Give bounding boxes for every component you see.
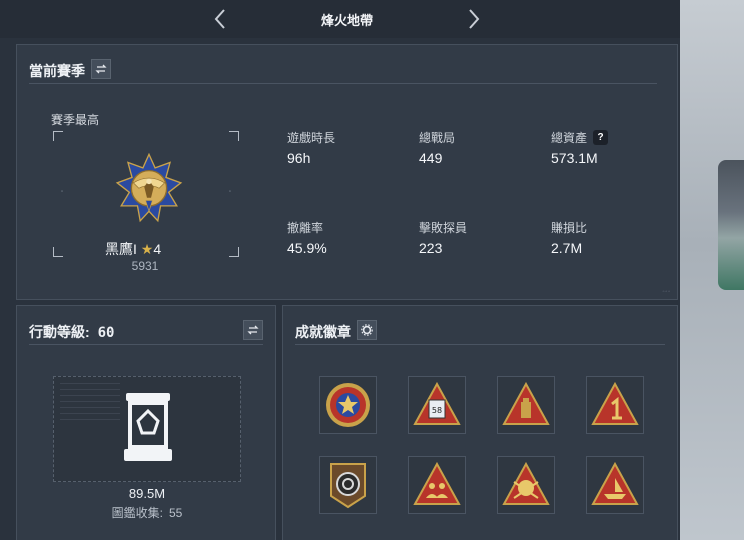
stat-value: 573.1M xyxy=(551,150,598,166)
stat-label: 總戰局 xyxy=(419,130,456,145)
rank-name: 黑鷹I ★4 xyxy=(105,239,161,259)
stat-operators-defeated: 擊敗探員 223 xyxy=(419,219,468,257)
collection-showcase[interactable] xyxy=(53,376,241,482)
badge-7[interactable] xyxy=(497,456,555,514)
season-best-label: 賽季最高 xyxy=(51,113,100,127)
box-triangle-icon: 58 xyxy=(413,381,461,425)
black-hawk-rank-medal-icon xyxy=(115,153,183,223)
stat-profit-loss: 賺損比 2.7M xyxy=(551,219,588,257)
collection-count: 55 xyxy=(168,506,183,520)
collection-count-row: 圖鑑收集: 55 xyxy=(17,504,277,521)
help-icon[interactable]: ? xyxy=(593,129,609,145)
season-switch-button[interactable] xyxy=(91,59,111,79)
panel-corner-mark: ▫▫▫ xyxy=(662,289,671,295)
boat-triangle-icon xyxy=(591,461,639,505)
tower-triangle-icon xyxy=(502,381,550,425)
badge-2[interactable]: 58 xyxy=(408,376,466,434)
action-level-panel: 行動等級: 60 89.5M 圖鑑收集: 55 xyxy=(16,305,276,540)
season-title: 當前賽季 xyxy=(29,63,85,79)
collection-value: 89.5M xyxy=(128,486,166,501)
squad-triangle-icon xyxy=(413,461,461,505)
frame-dot: ▫ xyxy=(228,189,231,195)
achievement-divider xyxy=(295,344,665,345)
badge-1[interactable] xyxy=(319,376,377,434)
action-level-label: 行動等級: xyxy=(29,324,90,340)
achievement-title: 成就徽章 xyxy=(295,324,351,340)
rank-title: 黑鷹I xyxy=(105,241,137,257)
action-level-switch-button[interactable] xyxy=(243,320,263,340)
number-one-triangle-icon xyxy=(591,381,639,425)
badge-4[interactable] xyxy=(586,376,644,434)
stat-value: 96h xyxy=(287,150,311,166)
swap-icon xyxy=(247,325,259,335)
stat-label: 遊戲時長 xyxy=(287,130,336,145)
skull-triangle-icon xyxy=(502,461,550,505)
star-medal-icon xyxy=(326,383,370,427)
badge-5[interactable] xyxy=(319,456,377,514)
stat-label: 撤離率 xyxy=(287,220,324,235)
stat-total-matches: 總戰局 449 xyxy=(419,129,456,167)
background-scene xyxy=(680,0,744,540)
showcase-pattern xyxy=(60,383,120,423)
collection-label: 圖鑑收集: xyxy=(111,506,163,520)
stat-total-assets: 總資產 ? 573.1M xyxy=(551,129,609,166)
stat-label: 總資產 xyxy=(551,130,588,145)
swap-icon xyxy=(95,64,107,74)
target-shield-icon xyxy=(330,463,366,509)
badge-3[interactable] xyxy=(497,376,555,434)
next-mode-button[interactable] xyxy=(461,6,487,32)
achievement-panel: 成就徽章 58 xyxy=(282,305,678,540)
stat-value: 2.7M xyxy=(551,240,583,256)
stat-value: 45.9% xyxy=(287,240,327,256)
gear-icon xyxy=(361,324,373,336)
frame-corner xyxy=(229,131,239,141)
action-level-title: 行動等級: 60 xyxy=(29,322,114,342)
chevron-right-icon xyxy=(469,9,480,29)
badge-number: 58 xyxy=(432,406,442,415)
frame-corner xyxy=(53,131,63,141)
action-level-number: 60 xyxy=(97,325,115,341)
stat-value: 449 xyxy=(419,150,443,166)
season-divider xyxy=(29,83,657,84)
stat-value: 223 xyxy=(419,240,443,256)
stat-label: 賺損比 xyxy=(551,220,588,235)
achievement-settings-button[interactable] xyxy=(357,320,377,340)
badge-8[interactable] xyxy=(586,456,644,514)
stat-label-row: 總資產 ? xyxy=(551,129,609,145)
rank-star-count: 4 xyxy=(153,241,162,257)
frame-corner xyxy=(53,247,63,257)
profile-screen: 烽火地帶 當前賽季 賽季最高 ▫ ▫ 黑鷹I ★4 5931 遊戲時長 96h … xyxy=(0,0,680,540)
action-divider xyxy=(29,344,263,345)
mode-switcher: 烽火地帶 xyxy=(0,0,680,38)
stat-label: 擊敗探員 xyxy=(419,220,468,235)
rank-points: 5931 xyxy=(131,259,159,273)
mode-title: 烽火地帶 xyxy=(320,13,373,28)
season-panel: 當前賽季 賽季最高 ▫ ▫ 黑鷹I ★4 5931 遊戲時長 96h 總戰局 4… xyxy=(16,44,678,300)
star-icon: ★ xyxy=(140,241,154,257)
stat-playtime: 遊戲時長 96h xyxy=(287,129,336,167)
stat-extraction-rate: 撤離率 45.9% xyxy=(287,219,327,257)
badge-6[interactable] xyxy=(408,456,466,514)
frame-corner xyxy=(229,247,239,257)
character-model xyxy=(718,160,744,290)
display-case-icon xyxy=(124,393,172,461)
frame-dot: ▫ xyxy=(61,189,64,195)
